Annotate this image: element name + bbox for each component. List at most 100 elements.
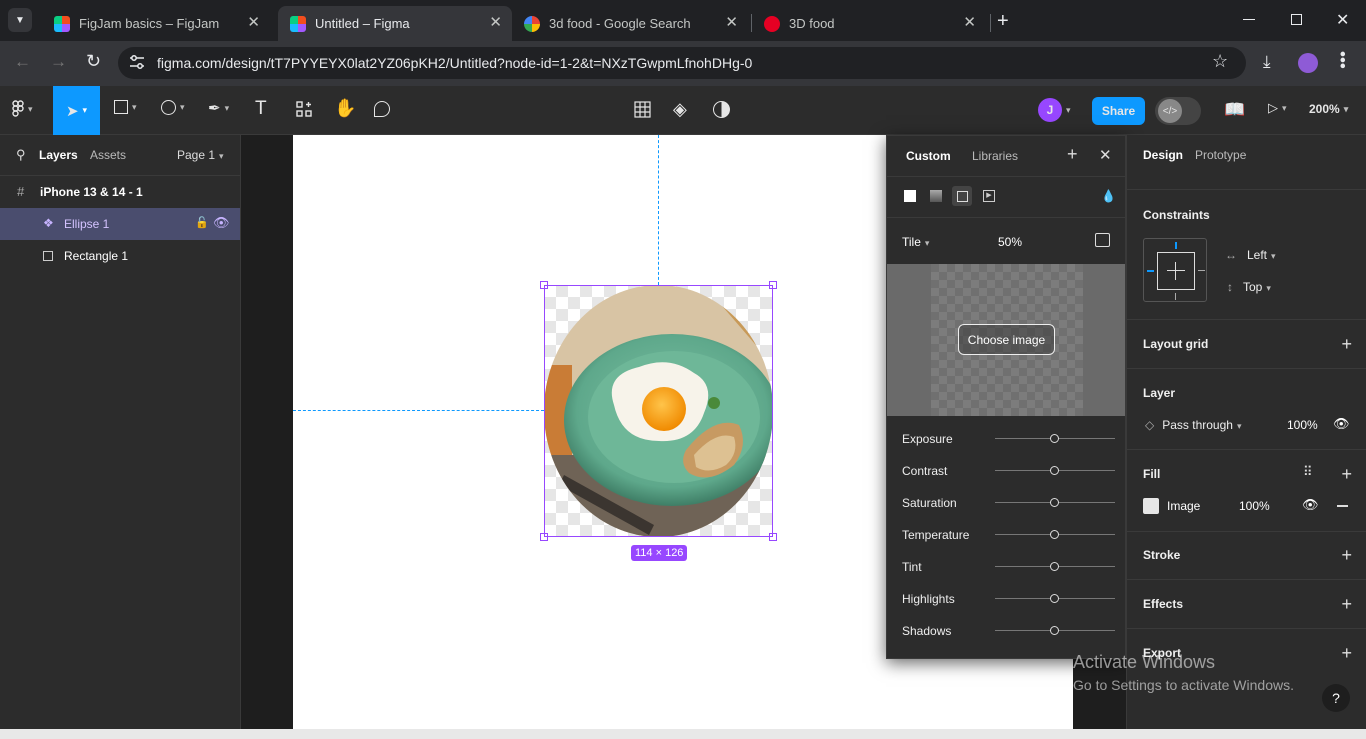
layer-title: Layer — [1143, 386, 1176, 400]
ellipse-image-selection[interactable] — [540, 281, 777, 541]
remove-fill-icon[interactable] — [1337, 505, 1348, 507]
tab-search-button[interactable]: ▼ — [8, 8, 32, 32]
layer-row[interactable]: Rectangle 1 — [0, 240, 240, 272]
choose-image-button[interactable]: Choose image — [958, 324, 1055, 355]
tab-assets[interactable]: Assets — [90, 148, 126, 162]
constraint-bottom[interactable] — [1175, 293, 1176, 300]
close-tab-icon[interactable]: ✕ — [725, 15, 738, 31]
scale-value[interactable]: 50% — [998, 235, 1022, 249]
layer-opacity[interactable]: 100% — [1287, 418, 1318, 432]
add-layout-grid-icon[interactable]: + — [1341, 335, 1352, 353]
page-selector[interactable]: Page 1 ▾ — [177, 148, 224, 162]
exposure-slider-knob[interactable] — [1050, 434, 1059, 443]
tab-prototype[interactable]: Prototype — [1195, 148, 1246, 162]
add-effect-icon[interactable]: + — [1341, 595, 1352, 613]
close-tab-icon[interactable]: ✕ — [489, 15, 502, 31]
download-icon[interactable]: ⤓ — [1263, 52, 1271, 72]
frame-tool-icon — [114, 100, 128, 114]
unlock-icon[interactable]: 🔓 — [195, 216, 209, 229]
hand-tool-button[interactable]: ✋ — [334, 98, 356, 119]
close-window-icon[interactable]: ✕ — [1336, 10, 1349, 30]
url-text[interactable]: figma.com/design/tT7PYYEYX0lat2YZ06pKH2/… — [157, 55, 752, 71]
constraint-right[interactable] — [1198, 270, 1205, 271]
add-fill-icon[interactable]: + — [1341, 465, 1352, 483]
grid-button[interactable] — [634, 101, 651, 118]
image-fill-icon[interactable] — [952, 186, 972, 206]
pinterest-icon — [764, 15, 780, 32]
blend-drop-icon[interactable]: 💧 — [1101, 189, 1116, 203]
text-tool-button[interactable]: T — [255, 98, 267, 120]
browser-tab[interactable]: 3d food - Google Search ✕ — [512, 6, 748, 41]
layer-row-frame[interactable]: # iPhone 13 & 14 - 1 — [0, 176, 240, 208]
present-button[interactable]: ▷ ▾ — [1268, 100, 1287, 116]
close-tab-icon[interactable]: ✕ — [247, 15, 260, 31]
video-fill-icon[interactable]: ▶ — [983, 190, 995, 202]
shape-tool-button[interactable]: ▾ — [161, 100, 185, 115]
minimize-icon[interactable] — [1243, 19, 1255, 20]
constraints-widget[interactable] — [1143, 238, 1207, 302]
solid-fill-icon[interactable] — [904, 190, 916, 202]
library-button[interactable]: 📖 — [1224, 100, 1245, 120]
zoom-dropdown[interactable]: 200% ▾ — [1309, 102, 1348, 116]
close-tab-icon[interactable]: ✕ — [963, 15, 976, 31]
tab-layers[interactable]: Layers — [39, 148, 78, 162]
add-export-icon[interactable]: + — [1341, 644, 1352, 662]
highlights-slider-knob[interactable] — [1050, 594, 1059, 603]
close-icon[interactable]: ✕ — [1099, 146, 1112, 164]
tint-slider-knob[interactable] — [1050, 562, 1059, 571]
fill-type[interactable]: Image — [1167, 499, 1200, 513]
move-tool-button[interactable]: ➤ ▾ — [53, 86, 100, 135]
add-icon[interactable]: + — [1067, 144, 1078, 165]
reload-icon[interactable]: ↻ — [86, 51, 101, 72]
share-button[interactable]: Share — [1092, 97, 1145, 125]
browser-tab-active[interactable]: Untitled – Figma ✕ — [278, 6, 512, 41]
horizontal-constraint-dropdown[interactable]: ↔ Left ▾ — [1225, 248, 1276, 262]
dev-mode-toggle[interactable]: </> — [1155, 97, 1201, 125]
multiplayer-button[interactable]: J ▾ — [1038, 98, 1071, 122]
fill-swatch[interactable] — [1143, 498, 1159, 514]
forward-icon[interactable]: → — [50, 52, 67, 72]
image-mode-dropdown[interactable]: Tile ▾ — [902, 235, 929, 249]
temperature-slider-knob[interactable] — [1050, 530, 1059, 539]
bookmark-star-icon[interactable]: ☆ — [1212, 51, 1228, 72]
divider — [1127, 531, 1366, 532]
restore-icon[interactable] — [1291, 14, 1302, 25]
frame-tool-button[interactable]: ▾ — [114, 100, 137, 114]
shadows-slider-knob[interactable] — [1050, 626, 1059, 635]
constraint-left-active[interactable] — [1147, 270, 1154, 272]
blend-mode-dropdown[interactable]: ◇ Pass through ▾ — [1145, 418, 1241, 432]
contrast-slider-knob[interactable] — [1050, 466, 1059, 475]
browser-tab[interactable]: 3D food ✕ — [752, 6, 986, 41]
fill-opacity[interactable]: 100% — [1239, 499, 1270, 513]
constraint-top-active[interactable] — [1175, 242, 1177, 249]
tab-libraries[interactable]: Libraries — [972, 149, 1018, 163]
search-icon[interactable]: ⚲ — [16, 147, 26, 163]
eye-icon[interactable]: 👁 — [1333, 416, 1350, 432]
figma-icon — [54, 15, 70, 32]
saturation-slider-knob[interactable] — [1050, 498, 1059, 507]
component-button[interactable]: ◈ — [673, 99, 687, 120]
site-settings-icon[interactable] — [128, 54, 146, 70]
resources-button[interactable] — [296, 101, 312, 117]
add-stroke-icon[interactable]: + — [1341, 546, 1352, 564]
blend-drop-icon: ◇ — [1145, 418, 1155, 432]
layer-row-selected[interactable]: ❖ Ellipse 1 🔓 👁 — [0, 208, 240, 240]
gradient-fill-icon[interactable] — [930, 190, 942, 202]
tab-design[interactable]: Design — [1143, 148, 1183, 162]
browser-menu-icon[interactable]: ••• — [1333, 51, 1352, 69]
help-button[interactable]: ? — [1322, 684, 1350, 712]
contrast-button[interactable] — [713, 101, 730, 118]
back-icon[interactable]: ← — [14, 52, 31, 72]
profile-avatar[interactable] — [1298, 53, 1318, 73]
rotate-icon[interactable] — [1095, 233, 1110, 247]
style-grid-icon[interactable]: ⠿ — [1303, 464, 1313, 480]
tab-custom[interactable]: Custom — [906, 149, 951, 163]
comment-tool-button[interactable] — [374, 101, 390, 117]
pen-tool-button[interactable]: ✒ ▾ — [208, 99, 229, 117]
main-menu-button[interactable]: ▾ — [12, 100, 33, 118]
eye-icon[interactable]: 👁 — [1302, 497, 1319, 513]
vertical-constraint-dropdown[interactable]: ↕ Top ▾ — [1227, 280, 1271, 294]
browser-tab[interactable]: FigJam basics – FigJam ✕ — [42, 6, 270, 41]
new-tab-icon[interactable]: + — [997, 10, 1009, 33]
eye-icon[interactable]: 👁 — [213, 215, 230, 231]
